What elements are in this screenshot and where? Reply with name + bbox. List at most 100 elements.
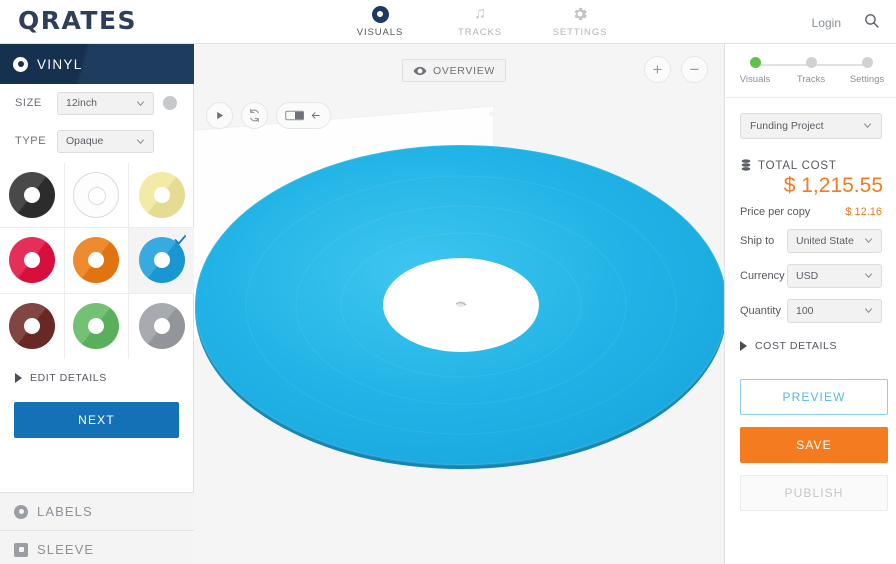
nav-label-visuals: VISUALS — [356, 27, 404, 38]
flip-side-icon — [285, 110, 304, 121]
step-settings[interactable]: Settings — [839, 57, 895, 85]
currency-row: Currency USD — [740, 264, 882, 288]
price-per-copy-row: Price per copy $ 12.16 — [740, 206, 882, 218]
color-swatch-pale-yellow[interactable] — [129, 163, 194, 229]
size-select[interactable]: 12inch — [57, 91, 154, 115]
eye-icon — [413, 66, 427, 75]
total-cost-label: TOTAL COST — [758, 159, 837, 172]
chevron-down-icon — [863, 305, 874, 319]
search-icon[interactable] — [863, 12, 880, 34]
project-type-select[interactable]: Funding Project — [740, 113, 882, 139]
overview-button[interactable]: OVERVIEW — [402, 59, 507, 82]
sidebar-sleeve-title: SLEEVE — [37, 542, 95, 557]
type-value: Opaque — [66, 135, 104, 147]
chevron-down-icon — [862, 120, 873, 134]
quantity-value: 100 — [796, 305, 814, 317]
arrow-left-icon — [311, 112, 320, 119]
top-bar: QRATES VISUALS ♫ TRACKS SETTINGS Login — [0, 0, 896, 44]
ship-to-row: Ship to United State — [740, 229, 882, 253]
sidebar-section-vinyl[interactable]: VINYL — [0, 44, 194, 84]
check-icon — [173, 233, 187, 252]
nav-item-tracks[interactable]: ♫ TRACKS — [445, 4, 515, 38]
gear-icon — [545, 4, 615, 24]
nav-label-settings: SETTINGS — [552, 27, 608, 38]
color-swatch-crimson[interactable] — [0, 228, 65, 294]
chevron-down-icon — [863, 235, 874, 249]
preview-button[interactable]: PREVIEW — [740, 379, 888, 415]
size-value: 12inch — [66, 97, 97, 109]
left-sidebar: VINYL SIZE 12inch TYPE Opaque EDIT DETAI… — [0, 44, 194, 564]
quantity-row: Quantity 100 — [740, 299, 882, 323]
color-swatch-orange[interactable] — [64, 228, 130, 294]
chevron-down-icon — [135, 98, 146, 112]
rotate-button[interactable] — [241, 102, 268, 129]
price-per-copy-value: $ 12.16 — [845, 206, 882, 218]
step-dot — [805, 57, 817, 68]
step-label-settings: Settings — [849, 74, 885, 85]
ship-to-value: United State — [796, 235, 854, 247]
login-link[interactable]: Login — [812, 16, 841, 30]
step-label-tracks: Tracks — [796, 74, 826, 85]
color-swatch-blue[interactable] — [129, 228, 194, 294]
nav-item-settings[interactable]: SETTINGS — [545, 4, 615, 38]
step-dot — [861, 57, 873, 68]
currency-value: USD — [796, 270, 819, 282]
step-label-visuals: Visuals — [739, 74, 771, 85]
triangle-right-icon — [15, 373, 22, 383]
edit-details-toggle[interactable]: EDIT DETAILS — [15, 372, 107, 384]
ship-to-select[interactable]: United State — [787, 229, 882, 253]
currency-select[interactable]: USD — [787, 264, 882, 288]
zoom-controls: + − — [644, 56, 708, 83]
progress-steps: Visuals Tracks Settings — [726, 44, 896, 98]
app-logo[interactable]: QRATES — [18, 6, 137, 35]
color-swatch-green[interactable] — [65, 293, 130, 359]
nav-item-visuals[interactable]: VISUALS — [345, 4, 415, 38]
edit-details-label: EDIT DETAILS — [30, 372, 107, 384]
color-swatch-dark-red[interactable] — [0, 293, 65, 359]
quantity-select[interactable]: 100 — [787, 299, 882, 323]
sidebar-section-labels[interactable]: LABELS — [0, 492, 194, 530]
right-panel: Visuals Tracks Settings Funding Project — [726, 44, 896, 564]
type-select[interactable]: Opaque — [57, 129, 154, 153]
save-button[interactable]: SAVE — [740, 427, 888, 463]
publish-button[interactable]: PUBLISH — [740, 475, 888, 511]
coin-stack-icon — [741, 159, 751, 171]
step-visuals[interactable]: Visuals — [727, 57, 783, 85]
ship-to-label: Ship to — [740, 235, 775, 247]
flip-side-button[interactable] — [276, 102, 331, 129]
zoom-in-button[interactable]: + — [644, 56, 671, 83]
main-nav: VISUALS ♫ TRACKS SETTINGS — [345, 4, 615, 38]
top-right-actions: Login — [812, 12, 880, 34]
cost-details-toggle[interactable]: COST DETAILS — [740, 340, 896, 352]
chevron-down-icon — [135, 136, 146, 150]
circle-label-icon — [14, 504, 28, 519]
sidebar-vinyl-title: VINYL — [37, 56, 83, 72]
sidebar-section-sleeve[interactable]: SLEEVE — [0, 530, 194, 564]
step-tracks[interactable]: Tracks — [783, 57, 839, 85]
play-button[interactable] — [206, 102, 233, 129]
rotate-arrows-icon — [250, 108, 259, 123]
step-dot — [749, 57, 761, 68]
type-label: TYPE — [15, 135, 47, 147]
total-cost-row: TOTAL COST — [740, 159, 896, 172]
price-per-copy-label: Price per copy — [740, 206, 811, 218]
sidebar-labels-title: LABELS — [37, 504, 93, 519]
vinyl-ring-icon — [345, 4, 415, 24]
vinyl-preview-canvas[interactable]: OVERVIEW + − — [194, 44, 725, 564]
color-swatch-clear[interactable] — [64, 163, 130, 229]
zoom-out-button[interactable]: − — [681, 56, 708, 83]
color-swatch-grid — [0, 163, 194, 359]
overview-label: OVERVIEW — [433, 64, 496, 77]
color-swatch-gray[interactable] — [129, 294, 194, 359]
type-row: TYPE Opaque — [0, 122, 193, 160]
play-icon — [217, 111, 224, 120]
app-root: QRATES VISUALS ♫ TRACKS SETTINGS Login V… — [0, 0, 896, 564]
quantity-label: Quantity — [740, 305, 781, 317]
square-sleeve-icon — [14, 542, 28, 557]
project-type-value: Funding Project — [750, 120, 824, 132]
color-swatch-black[interactable] — [0, 163, 65, 229]
next-button[interactable]: NEXT — [14, 402, 179, 438]
music-note-icon: ♫ — [474, 5, 486, 22]
sleeve-corner — [489, 111, 497, 117]
currency-label: Currency — [740, 270, 785, 282]
